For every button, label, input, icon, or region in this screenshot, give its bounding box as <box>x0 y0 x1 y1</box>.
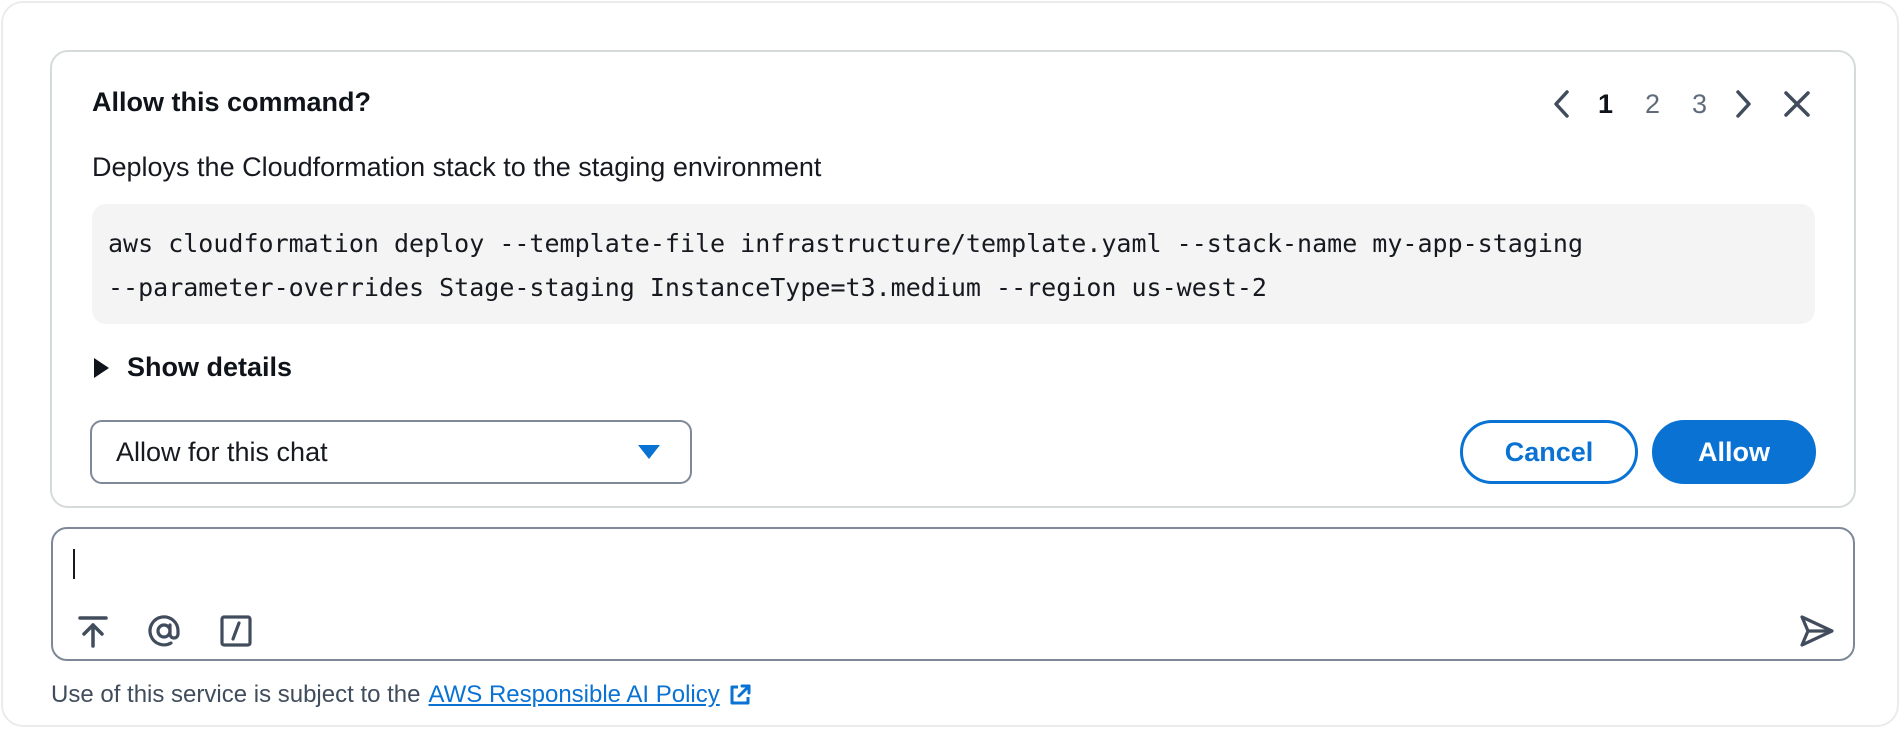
permission-scope-value: Allow for this chat <box>116 436 328 467</box>
allow-button[interactable]: Allow <box>1652 420 1816 484</box>
show-details-toggle[interactable]: Show details <box>94 352 292 383</box>
footer-disclaimer: Use of this service is subject to the AW… <box>51 681 752 709</box>
close-button[interactable] <box>1777 84 1817 124</box>
chat-input-box <box>51 527 1855 661</box>
command-permission-card: Allow this command? 1 2 3 Deploys the Cl… <box>50 50 1856 508</box>
command-line-2: --parameter-overrides Stage-staging Inst… <box>108 273 1267 302</box>
permission-scope-select[interactable]: Allow for this chat <box>90 420 692 484</box>
footer-text: Use of this service is subject to the <box>51 681 421 708</box>
command-code-block: aws cloudformation deploy --template-fil… <box>92 204 1815 324</box>
command-description: Deploys the Cloudformation stack to the … <box>92 152 822 182</box>
page-2-button[interactable]: 2 <box>1629 89 1676 120</box>
chevron-right-icon <box>1736 90 1751 118</box>
slash-command-button[interactable] <box>218 613 254 649</box>
send-button[interactable] <box>1799 613 1835 649</box>
responsible-ai-policy-link[interactable]: AWS Responsible AI Policy <box>429 681 720 709</box>
at-mention-icon <box>148 615 180 647</box>
cancel-button[interactable]: Cancel <box>1460 420 1638 484</box>
caret-down-icon <box>638 445 660 459</box>
text-cursor <box>73 549 75 579</box>
previous-page-button[interactable] <box>1542 84 1582 124</box>
at-mention-button[interactable] <box>146 613 182 649</box>
external-link-icon <box>728 683 752 707</box>
slash-command-icon <box>220 615 252 647</box>
send-icon <box>1800 615 1834 647</box>
command-line-1: aws cloudformation deploy --template-fil… <box>108 229 1584 258</box>
show-details-label: Show details <box>127 352 293 382</box>
card-title: Allow this command? <box>92 87 372 117</box>
prompt-input[interactable] <box>73 543 1773 583</box>
page-3-button[interactable]: 3 <box>1676 89 1723 120</box>
page-1-button[interactable]: 1 <box>1582 89 1629 120</box>
close-icon <box>1784 91 1810 117</box>
pagination: 1 2 3 <box>1542 80 1817 128</box>
caret-right-icon <box>94 357 109 378</box>
chat-panel: Allow this command? 1 2 3 Deploys the Cl… <box>1 1 1899 727</box>
upload-icon <box>78 616 108 648</box>
chevron-left-icon <box>1554 90 1569 118</box>
upload-button[interactable] <box>75 613 111 649</box>
next-page-button[interactable] <box>1723 84 1763 124</box>
